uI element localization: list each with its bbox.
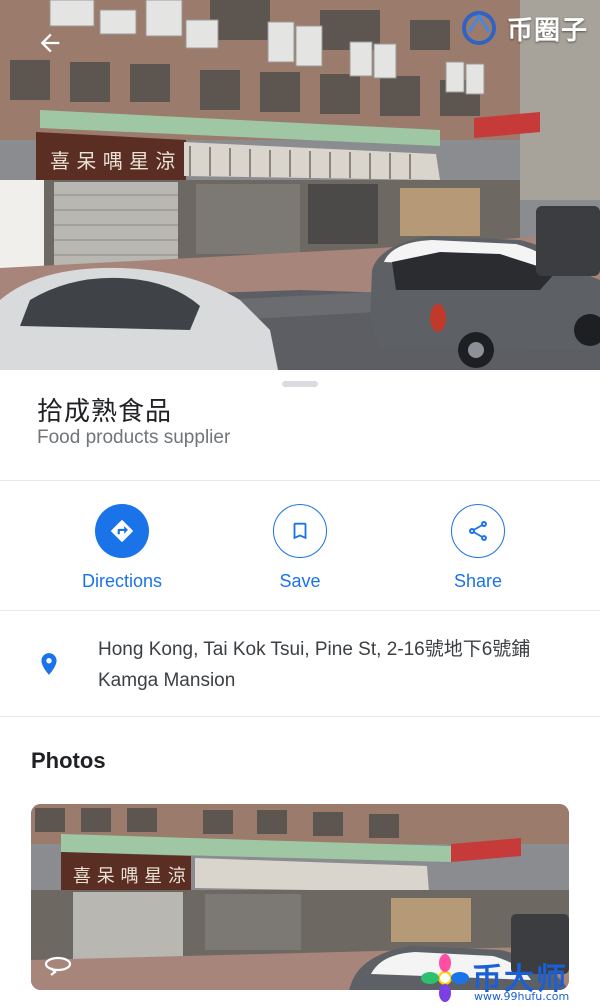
share-label: Share bbox=[453, 571, 503, 591]
watermark-top-text: 币圈子 bbox=[506, 15, 588, 46]
action-bar: Directions Save Share bbox=[0, 482, 600, 610]
drag-handle[interactable] bbox=[282, 381, 318, 387]
street-view-scene: 喜 呆 喁 星 涼 bbox=[0, 0, 600, 370]
watermark-bottom: 币大师 www.99hufu.com bbox=[420, 954, 600, 1004]
divider bbox=[0, 610, 600, 611]
rotate-360-icon bbox=[44, 956, 72, 976]
directions-button[interactable]: Directions bbox=[52, 504, 192, 592]
share-icon bbox=[469, 521, 487, 541]
directions-icon bbox=[111, 520, 133, 542]
divider bbox=[0, 480, 600, 481]
save-circle bbox=[273, 504, 327, 558]
directions-circle bbox=[95, 504, 149, 558]
save-button[interactable]: Save bbox=[230, 504, 370, 592]
svg-text:喜 呆 喁 星 涼: 喜 呆 喁 星 涼 bbox=[50, 149, 175, 173]
address-row[interactable]: Hong Kong, Tai Kok Tsui, Pine St, 2-16號地… bbox=[0, 612, 600, 716]
location-pin-icon bbox=[41, 653, 57, 675]
back-button[interactable] bbox=[30, 26, 70, 60]
street-view-image[interactable]: 喜 呆 喁 星 涼 币圈子 bbox=[0, 0, 600, 370]
watermark-bottom-url: www.99hufu.com bbox=[474, 990, 570, 1003]
place-category: Food products supplier bbox=[37, 427, 231, 448]
watermark-flower-icon bbox=[421, 954, 469, 1002]
place-address: Hong Kong, Tai Kok Tsui, Pine St, 2-16號地… bbox=[98, 639, 531, 691]
share-circle bbox=[451, 504, 505, 558]
watermark-logo-icon bbox=[461, 11, 496, 45]
share-button[interactable]: Share bbox=[408, 504, 548, 592]
bookmark-icon bbox=[293, 522, 307, 540]
svg-text:喜 呆 喁 星 涼: 喜 呆 喁 星 涼 bbox=[73, 866, 186, 887]
place-sheet: 拾成熟食品 Food products supplier Directions … bbox=[0, 370, 600, 1004]
save-label: Save bbox=[279, 571, 321, 591]
place-title: 拾成熟食品 bbox=[37, 397, 173, 427]
photos-heading: Photos bbox=[31, 748, 106, 773]
directions-label: Directions bbox=[81, 571, 163, 591]
divider bbox=[0, 716, 600, 717]
arrow-back-icon bbox=[40, 33, 60, 53]
watermark-top: 币圈子 bbox=[457, 8, 588, 48]
